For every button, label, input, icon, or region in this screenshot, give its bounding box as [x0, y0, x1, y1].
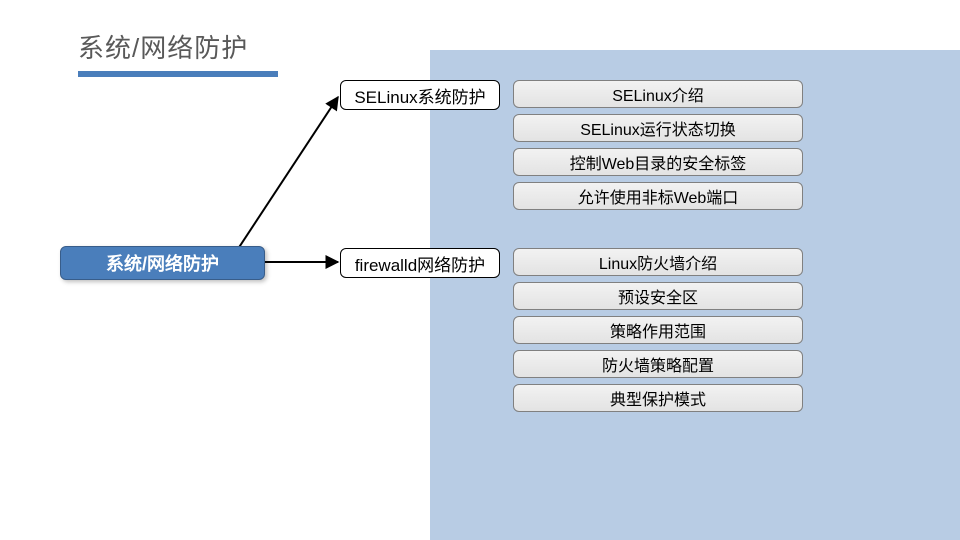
leaf-label: 典型保护模式: [610, 386, 706, 410]
leaf-node: 典型保护模式: [513, 384, 803, 412]
page-title: 系统/网络防护: [78, 28, 278, 65]
leaf-label: SELinux运行状态切换: [580, 116, 736, 140]
branch-node-label: firewalld网络防护: [355, 251, 485, 276]
root-node-label: 系统/网络防护: [106, 250, 219, 276]
leaf-node: SELinux运行状态切换: [513, 114, 803, 142]
leaf-label: 预设安全区: [618, 284, 698, 308]
leaf-label: 策略作用范围: [610, 318, 706, 342]
branch-node-firewalld: firewalld网络防护: [340, 248, 500, 278]
leaf-label: Linux防火墙介绍: [599, 250, 717, 274]
diagram-stage: 系统/网络防护 系统/网络防护 SELinux系统防护 SELinux介绍 SE…: [0, 0, 960, 540]
leaf-label: 控制Web目录的安全标签: [570, 150, 747, 174]
leaf-node: 控制Web目录的安全标签: [513, 148, 803, 176]
leaf-node: 策略作用范围: [513, 316, 803, 344]
page-title-block: 系统/网络防护: [78, 28, 278, 77]
root-node: 系统/网络防护: [60, 246, 265, 280]
leaf-node: Linux防火墙介绍: [513, 248, 803, 276]
leaf-node: SELinux介绍: [513, 80, 803, 108]
branch-node-label: SELinux系统防护: [354, 83, 485, 108]
branch-node-selinux: SELinux系统防护: [340, 80, 500, 110]
leaf-label: 允许使用非标Web端口: [578, 184, 739, 208]
leaf-node: 允许使用非标Web端口: [513, 182, 803, 210]
leaf-label: 防火墙策略配置: [602, 352, 714, 376]
title-underline: [78, 71, 278, 77]
leaf-label: SELinux介绍: [612, 82, 704, 106]
leaf-node: 预设安全区: [513, 282, 803, 310]
leaf-node: 防火墙策略配置: [513, 350, 803, 378]
